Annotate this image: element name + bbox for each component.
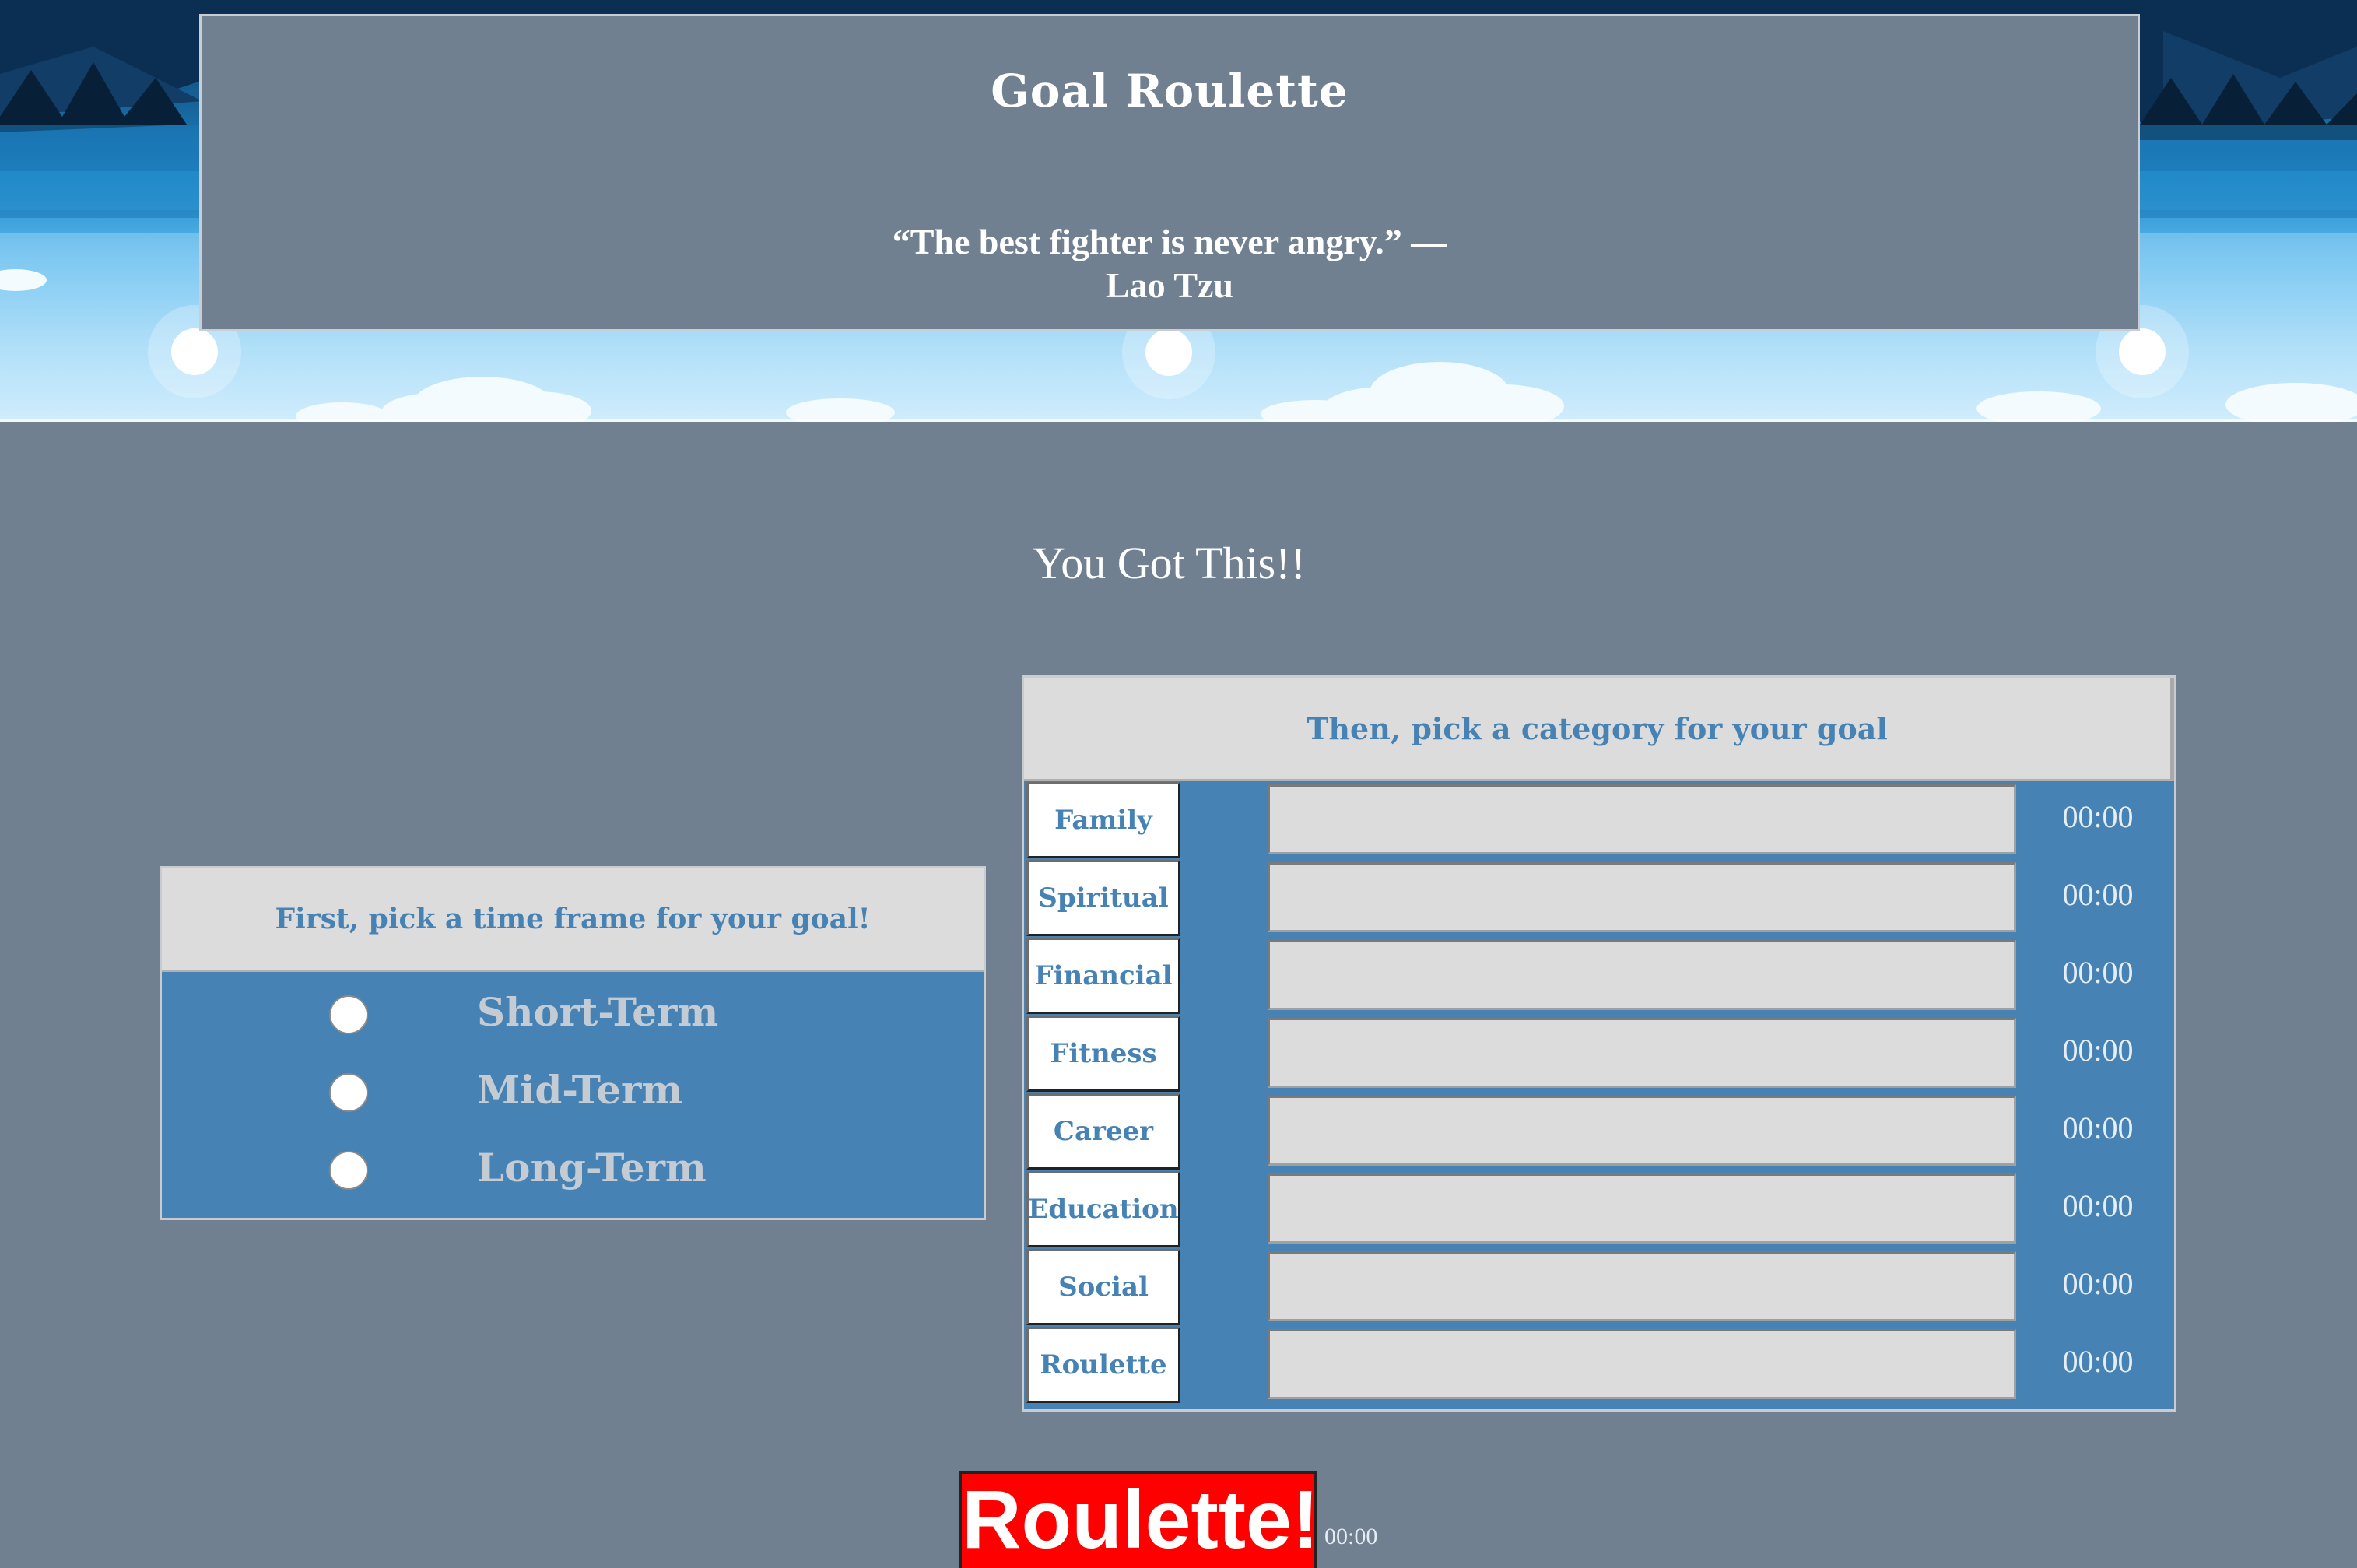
category-row-spiritual: Spiritual 00:00	[1024, 859, 2174, 937]
timer-family: 00:00	[2062, 799, 2134, 834]
goal-input-career[interactable]	[1268, 1096, 2016, 1166]
timeframe-heading: First, pick a time frame for your goal!	[162, 868, 984, 972]
category-button-fitness[interactable]: Fitness	[1026, 1016, 1180, 1092]
category-row-roulette: Roulette 00:00	[1024, 1326, 2174, 1404]
goal-input-spiritual[interactable]	[1268, 862, 2016, 932]
timer-fitness: 00:00	[2062, 1033, 2134, 1068]
category-button-social[interactable]: Social	[1026, 1249, 1180, 1325]
quote-author: Lao Tzu	[1105, 265, 1234, 305]
category-heading: Then, pick a category for your goal	[1024, 678, 2174, 781]
site-title: Goal Roulette	[991, 65, 1349, 118]
quote-text: “The best fighter is never angry.” —	[892, 222, 1447, 261]
timeframe-option-mid-term[interactable]: Mid-Term	[162, 1056, 984, 1126]
radio-label-mid-term[interactable]: Mid-Term	[477, 1067, 682, 1113]
category-button-career[interactable]: Career	[1026, 1093, 1180, 1170]
timeframe-option-long-term[interactable]: Long-Term	[162, 1134, 984, 1204]
goal-input-social[interactable]	[1268, 1251, 2016, 1321]
category-button-spiritual[interactable]: Spiritual	[1026, 860, 1180, 936]
category-row-financial: Financial 00:00	[1024, 937, 2174, 1015]
roulette-button[interactable]: Roulette!	[959, 1471, 1317, 1568]
radio-short-term[interactable]	[329, 995, 368, 1034]
timeframe-option-short-term[interactable]: Short-Term	[162, 978, 984, 1048]
category-card: Then, pick a category for your goal Fami…	[1022, 675, 2176, 1412]
timer-financial: 00:00	[2062, 955, 2134, 990]
goal-input-fitness[interactable]	[1268, 1018, 2016, 1088]
category-row-education: Education 00:00	[1024, 1170, 2174, 1248]
timer-career: 00:00	[2062, 1110, 2134, 1145]
category-row-fitness: Fitness 00:00	[1024, 1015, 2174, 1093]
category-button-family[interactable]: Family	[1026, 782, 1180, 858]
motto-heading: You Got This!!	[1033, 538, 1306, 588]
goal-input-education[interactable]	[1268, 1173, 2016, 1244]
radio-label-long-term[interactable]: Long-Term	[477, 1145, 707, 1191]
radio-label-short-term[interactable]: Short-Term	[477, 989, 718, 1035]
roulette-timer: 00:00	[1324, 1524, 1378, 1549]
hero-banner: Goal Roulette “The best fighter is never…	[0, 0, 2357, 422]
timer-social: 00:00	[2062, 1266, 2134, 1301]
goal-input-roulette[interactable]	[1268, 1329, 2016, 1399]
radio-long-term[interactable]	[329, 1151, 368, 1190]
category-row-family: Family 00:00	[1024, 781, 2174, 859]
category-button-education[interactable]: Education	[1026, 1171, 1180, 1247]
category-button-roulette[interactable]: Roulette	[1026, 1327, 1180, 1403]
goal-input-family[interactable]	[1268, 784, 2016, 854]
timer-roulette: 00:00	[2062, 1344, 2134, 1379]
radio-mid-term[interactable]	[329, 1073, 368, 1112]
category-row-social: Social 00:00	[1024, 1248, 2174, 1326]
header-panel: Goal Roulette “The best fighter is never…	[199, 14, 2140, 331]
timeframe-card: First, pick a time frame for your goal! …	[160, 866, 986, 1220]
category-row-career: Career 00:00	[1024, 1093, 2174, 1170]
daily-quote: “The best fighter is never angry.” — Lao…	[202, 220, 2138, 307]
timer-spiritual: 00:00	[2062, 877, 2134, 912]
goal-input-financial[interactable]	[1268, 940, 2016, 1010]
category-button-financial[interactable]: Financial	[1026, 938, 1180, 1014]
timer-education: 00:00	[2062, 1188, 2134, 1223]
